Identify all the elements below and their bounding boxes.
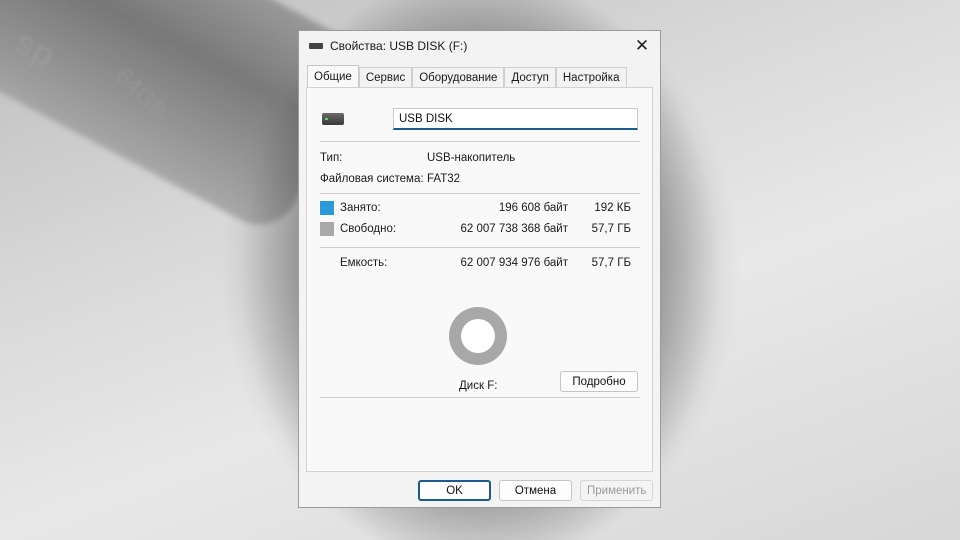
free-label: Свободно: bbox=[340, 223, 397, 235]
window-title: Свойства: USB DISK (F:) bbox=[330, 39, 468, 53]
drive-icon bbox=[309, 43, 323, 49]
capacity-size: 57,7 ГБ bbox=[591, 257, 631, 269]
used-bytes: 196 608 байт bbox=[498, 202, 568, 214]
tab-sharing[interactable]: Доступ bbox=[504, 67, 556, 87]
free-color-swatch bbox=[320, 222, 334, 236]
type-value: USB-накопитель bbox=[427, 152, 516, 164]
separator bbox=[320, 247, 640, 248]
ok-button[interactable]: OK bbox=[418, 480, 491, 501]
disk-label: Диск F: bbox=[459, 380, 498, 392]
free-bytes: 62 007 738 368 байт bbox=[460, 223, 568, 235]
type-label: Тип: bbox=[320, 152, 343, 164]
capacity-bytes: 62 007 934 976 байт bbox=[460, 257, 568, 269]
tab-bar: Общие Сервис Оборудование Доступ Настрой… bbox=[307, 65, 627, 87]
disk-usage-pie bbox=[449, 307, 507, 365]
capacity-label: Емкость: bbox=[340, 257, 388, 269]
apply-button[interactable]: Применить bbox=[580, 480, 653, 501]
usb-drive-icon bbox=[322, 113, 344, 125]
separator bbox=[320, 193, 640, 194]
tab-general[interactable]: Общие bbox=[307, 65, 359, 87]
title-bar[interactable]: Свойства: USB DISK (F:) ✕ bbox=[299, 31, 660, 63]
free-size: 57,7 ГБ bbox=[591, 223, 631, 235]
used-size: 192 КБ bbox=[594, 202, 631, 214]
separator bbox=[320, 141, 640, 142]
tab-hardware[interactable]: Оборудование bbox=[412, 67, 505, 87]
separator bbox=[320, 397, 640, 398]
details-button-label: Подробно bbox=[572, 375, 626, 388]
details-button[interactable]: Подробно bbox=[560, 371, 638, 392]
used-color-swatch bbox=[320, 201, 334, 215]
tab-tools[interactable]: Сервис bbox=[358, 67, 413, 87]
volume-name-input[interactable] bbox=[393, 108, 638, 130]
pie-hole bbox=[461, 319, 495, 353]
used-label: Занято: bbox=[340, 202, 381, 214]
properties-dialog: Свойства: USB DISK (F:) ✕ Общие Сервис О… bbox=[298, 30, 661, 508]
filesystem-value: FAT32 bbox=[427, 173, 461, 185]
close-icon[interactable]: ✕ bbox=[632, 35, 652, 57]
general-panel: Тип: USB-накопитель Файловая система: FA… bbox=[306, 87, 653, 472]
filesystem-label: Файловая система: bbox=[320, 173, 424, 185]
tab-customize[interactable]: Настройка bbox=[555, 67, 627, 87]
cancel-button[interactable]: Отмена bbox=[499, 480, 572, 501]
